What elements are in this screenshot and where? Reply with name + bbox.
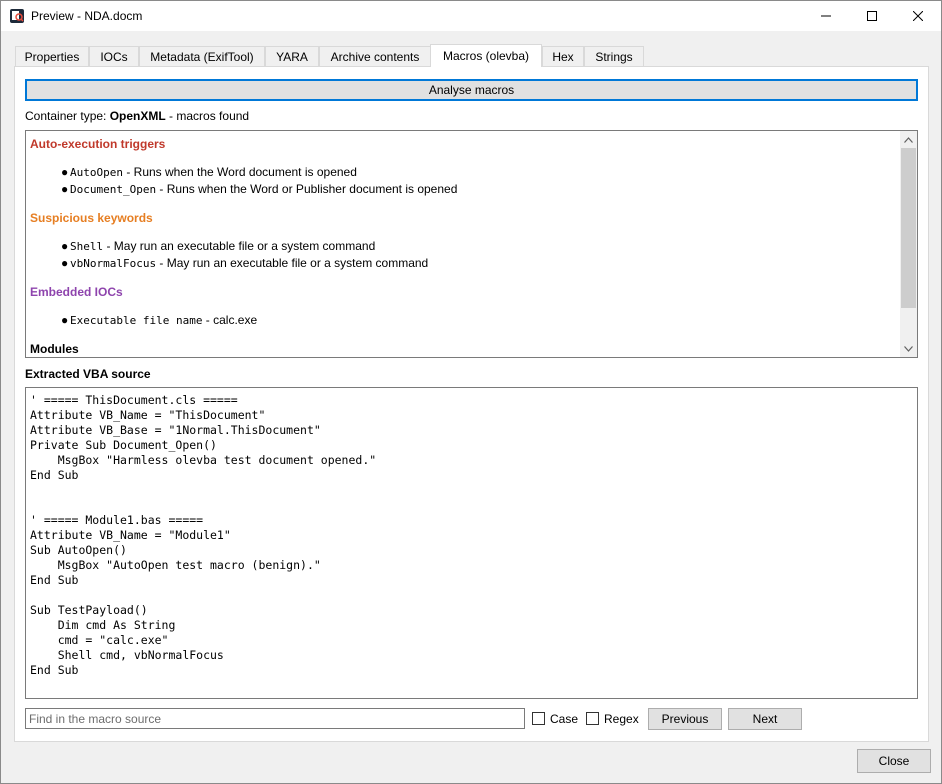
- tab-hex[interactable]: Hex: [542, 46, 584, 66]
- suspicious-heading: Suspicious keywords: [30, 211, 153, 225]
- app-icon: [10, 9, 24, 23]
- macros-panel: Analyse macros Container type: OpenXML -…: [14, 66, 929, 742]
- close-button[interactable]: Close: [857, 749, 931, 773]
- tab-strings[interactable]: Strings: [584, 46, 644, 66]
- close-icon: [913, 11, 923, 21]
- scroll-up-button[interactable]: [900, 131, 917, 148]
- list-item: ● Executable file name - calc.exe: [61, 313, 258, 327]
- report-scrollbar[interactable]: [900, 131, 917, 357]
- regex-label: Regex: [604, 712, 639, 726]
- preview-window: Preview - NDA.docm Properties IOCs Metad…: [0, 0, 942, 784]
- tab-iocs[interactable]: IOCs: [89, 46, 139, 66]
- list-item: ● Shell - May run an executable file or a…: [61, 239, 376, 253]
- scroll-thumb[interactable]: [901, 148, 916, 308]
- analyse-macros-button[interactable]: Analyse macros: [25, 79, 918, 101]
- previous-button[interactable]: Previous: [648, 708, 722, 730]
- tab-metadata[interactable]: Metadata (ExifTool): [139, 46, 265, 66]
- modules-heading: Modules: [30, 342, 79, 356]
- tab-archive-contents[interactable]: Archive contents: [319, 46, 431, 66]
- case-label: Case: [550, 712, 579, 726]
- container-type-line: Container type: OpenXML - macros found: [25, 109, 249, 123]
- tab-yara[interactable]: YARA: [265, 46, 319, 66]
- close-window-button[interactable]: [895, 1, 941, 31]
- list-item: ● AutoOpen - Runs when the Word document …: [61, 165, 357, 179]
- chevron-up-icon: [904, 136, 913, 143]
- case-checkbox[interactable]: [532, 712, 545, 725]
- find-input[interactable]: [25, 708, 525, 729]
- list-item: ● vbNormalFocus - May run an executable f…: [61, 256, 429, 270]
- window-title: Preview - NDA.docm: [31, 9, 143, 23]
- auto-exec-heading: Auto-execution triggers: [30, 137, 166, 151]
- container-prefix: Container type:: [25, 109, 110, 123]
- minimize-button[interactable]: [803, 1, 849, 31]
- vba-source-label: Extracted VBA source: [25, 367, 151, 381]
- tab-macros[interactable]: Macros (olevba): [430, 44, 542, 67]
- tab-properties[interactable]: Properties: [15, 46, 89, 66]
- container-type: OpenXML: [109, 109, 166, 123]
- container-suffix: - macros found: [165, 109, 250, 123]
- regex-checkbox[interactable]: [586, 712, 599, 725]
- maximize-icon: [867, 11, 877, 21]
- vba-source-text: ' ===== ThisDocument.cls ===== Attribute…: [30, 393, 377, 677]
- vba-source-view[interactable]: ' ===== ThisDocument.cls ===== Attribute…: [25, 387, 918, 699]
- title-bar: Preview - NDA.docm: [1, 1, 941, 31]
- maximize-button[interactable]: [849, 1, 895, 31]
- iocs-heading: Embedded IOCs: [30, 285, 123, 299]
- list-item: ● Document_Open - Runs when the Word or P…: [61, 182, 458, 196]
- chevron-down-icon: [904, 345, 913, 352]
- scroll-down-button[interactable]: [900, 340, 917, 357]
- macro-report[interactable]: Auto-execution triggers ● AutoOpen - Runs…: [25, 130, 918, 358]
- next-button[interactable]: Next: [728, 708, 802, 730]
- minimize-icon: [821, 15, 831, 17]
